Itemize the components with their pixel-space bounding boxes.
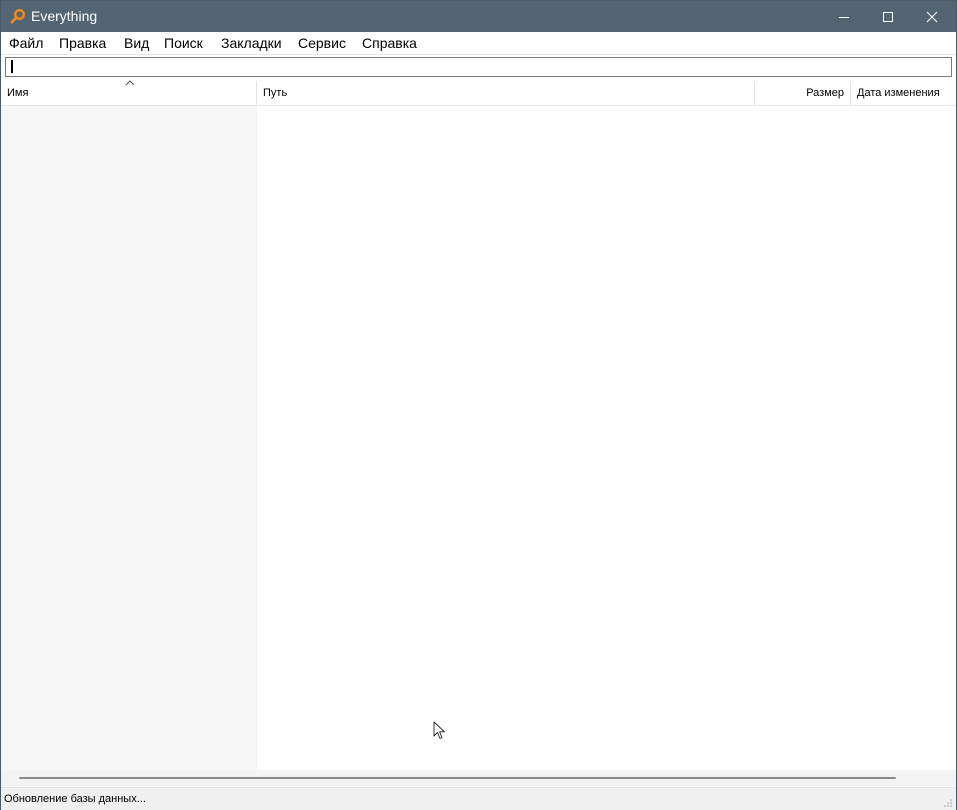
scrollbar-thumb[interactable]	[19, 777, 896, 779]
close-icon	[926, 11, 938, 22]
menu-file[interactable]: Файл	[9, 35, 43, 52]
text-caret	[11, 60, 13, 73]
minimize-icon	[839, 16, 849, 18]
search-bar	[1, 55, 956, 81]
column-header-date-modified[interactable]: Дата изменения	[851, 81, 956, 105]
maximize-icon	[883, 11, 893, 22]
horizontal-scrollbar[interactable]	[1, 770, 956, 786]
close-button[interactable]	[910, 1, 954, 32]
magnifier-icon	[10, 8, 26, 24]
resize-grip-icon[interactable]	[942, 797, 953, 808]
menu-view[interactable]: Вид	[124, 35, 149, 52]
sort-ascending-icon	[125, 80, 135, 86]
column-header-path[interactable]: Путь	[257, 81, 755, 105]
mouse-cursor-icon	[433, 721, 445, 739]
app-window: Everything Файл Правка Вид Поиск Закладк…	[0, 0, 957, 810]
menu-help[interactable]: Справка	[362, 35, 417, 52]
status-bar: Обновление базы данных...	[1, 787, 956, 810]
status-text: Обновление базы данных...	[4, 793, 146, 805]
search-input[interactable]	[5, 57, 952, 77]
results-name-column[interactable]	[1, 106, 257, 770]
column-header-size[interactable]: Размер	[755, 81, 851, 105]
window-title: Everything	[31, 8, 98, 24]
menu-bookmarks[interactable]: Закладки	[221, 35, 282, 52]
menu-bar: Файл Правка Вид Поиск Закладки Сервис Сп…	[1, 32, 956, 55]
menu-tools[interactable]: Сервис	[298, 35, 346, 52]
results-list[interactable]	[257, 106, 956, 770]
menu-search[interactable]: Поиск	[164, 35, 203, 52]
column-header-row: Имя Путь Размер Дата изменения	[1, 81, 956, 106]
maximize-button[interactable]	[866, 1, 910, 32]
menu-edit[interactable]: Правка	[59, 35, 106, 52]
minimize-button[interactable]	[822, 1, 866, 32]
title-bar[interactable]: Everything	[1, 1, 956, 32]
